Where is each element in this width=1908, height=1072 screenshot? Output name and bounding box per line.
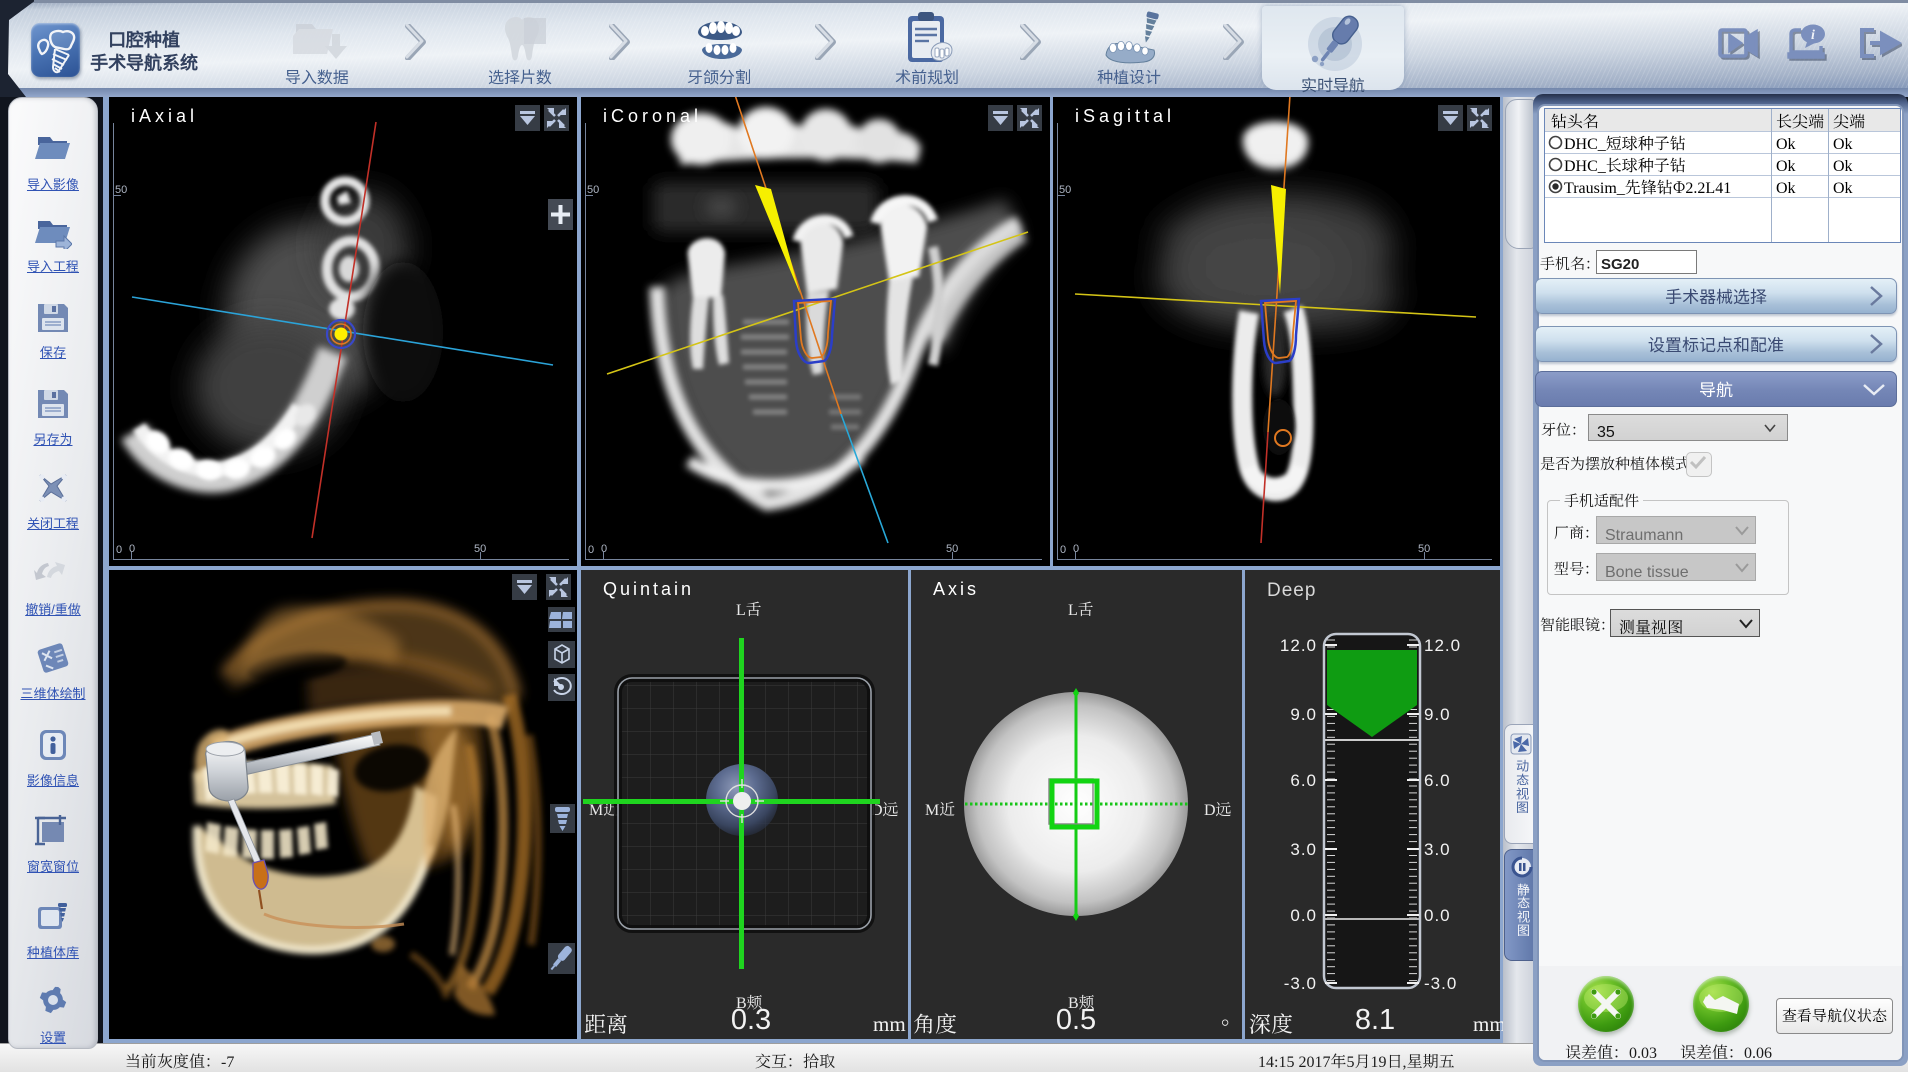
svg-text:i: i [1811, 28, 1815, 43]
